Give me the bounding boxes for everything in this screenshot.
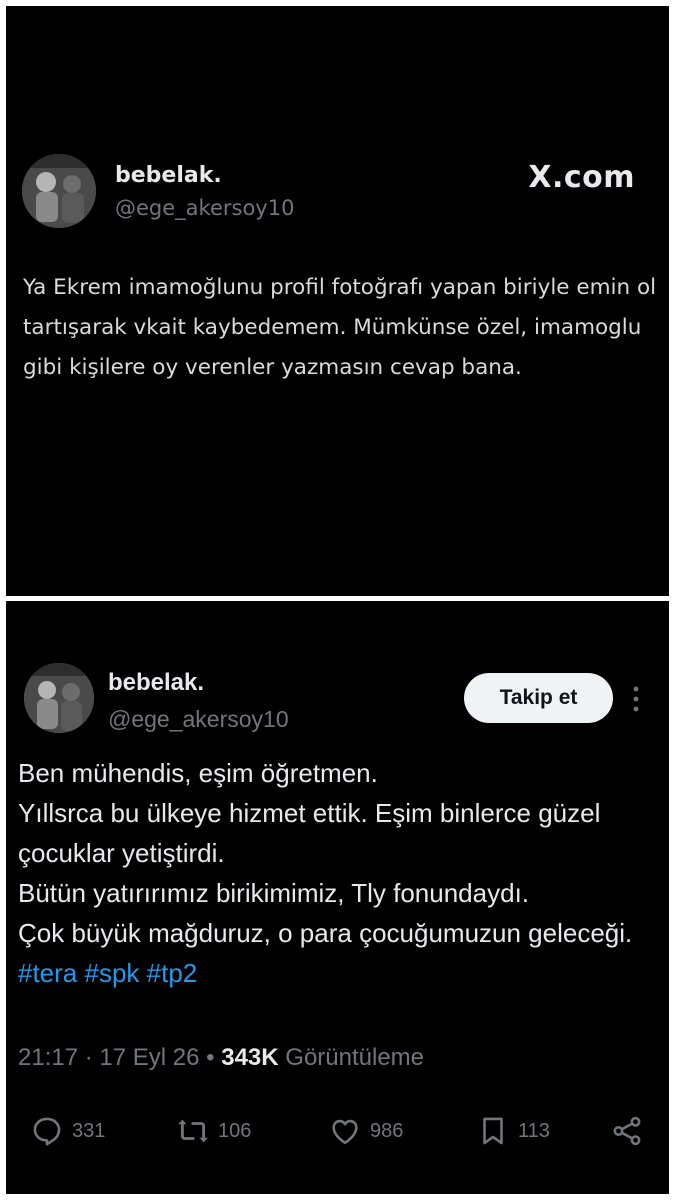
brand-logo: X.com	[528, 160, 635, 195]
tweet-card-1: bebelak. @ege_akersoy10 X.com Ya Ekrem i…	[6, 6, 669, 596]
views-count: 343K	[221, 1044, 279, 1071]
bookmark-icon	[483, 1117, 503, 1145]
reply-icon	[33, 1117, 61, 1146]
display-name[interactable]: bebelak.	[115, 163, 222, 188]
tweet-text: Ben mühendis, eşim öğretmen. Yıllsrca bu…	[18, 753, 658, 993]
retweet-icon	[178, 1119, 208, 1143]
share-button[interactable]	[610, 1113, 652, 1149]
hashtag-link[interactable]: #spk	[85, 958, 140, 988]
reply-count: 331	[72, 1119, 106, 1142]
user-handle[interactable]: @ege_akersoy10	[115, 196, 294, 220]
hashtag-link[interactable]: #tp2	[147, 958, 198, 988]
hashtag-link[interactable]: #tera	[18, 958, 77, 988]
like-button[interactable]: 986	[328, 1113, 403, 1149]
separator: •	[206, 1044, 222, 1071]
retweet-count: 106	[218, 1119, 252, 1142]
like-icon	[332, 1119, 358, 1145]
avatar[interactable]	[22, 154, 96, 228]
bookmark-button[interactable]: 113	[476, 1113, 550, 1149]
views-label: Görüntüleme	[285, 1044, 425, 1071]
follow-button[interactable]: Takip et	[464, 673, 613, 723]
display-name[interactable]: bebelak.	[108, 669, 204, 697]
tweet-time[interactable]: 21:17	[18, 1044, 78, 1071]
user-handle[interactable]: @ege_akersoy10	[108, 706, 289, 733]
share-icon	[613, 1116, 641, 1146]
tweet-date[interactable]: 17 Eyl 26	[99, 1044, 199, 1071]
tweet-body: Ben mühendis, eşim öğretmen. Yıllsrca bu…	[18, 758, 633, 948]
avatar[interactable]	[24, 663, 94, 733]
separator: ·	[84, 1044, 100, 1071]
bookmark-count: 113	[518, 1119, 550, 1142]
tweet-text: Ya Ekrem imamoğlunu profil fotoğrafı yap…	[23, 275, 657, 380]
tweet-meta: 21:17 · 17 Eyl 26 • 343K Görüntüleme	[18, 1044, 424, 1072]
more-options-icon[interactable]	[626, 683, 646, 715]
retweet-button[interactable]: 106	[176, 1113, 251, 1149]
reply-button[interactable]: 331	[30, 1113, 105, 1149]
like-count: 986	[370, 1119, 404, 1142]
